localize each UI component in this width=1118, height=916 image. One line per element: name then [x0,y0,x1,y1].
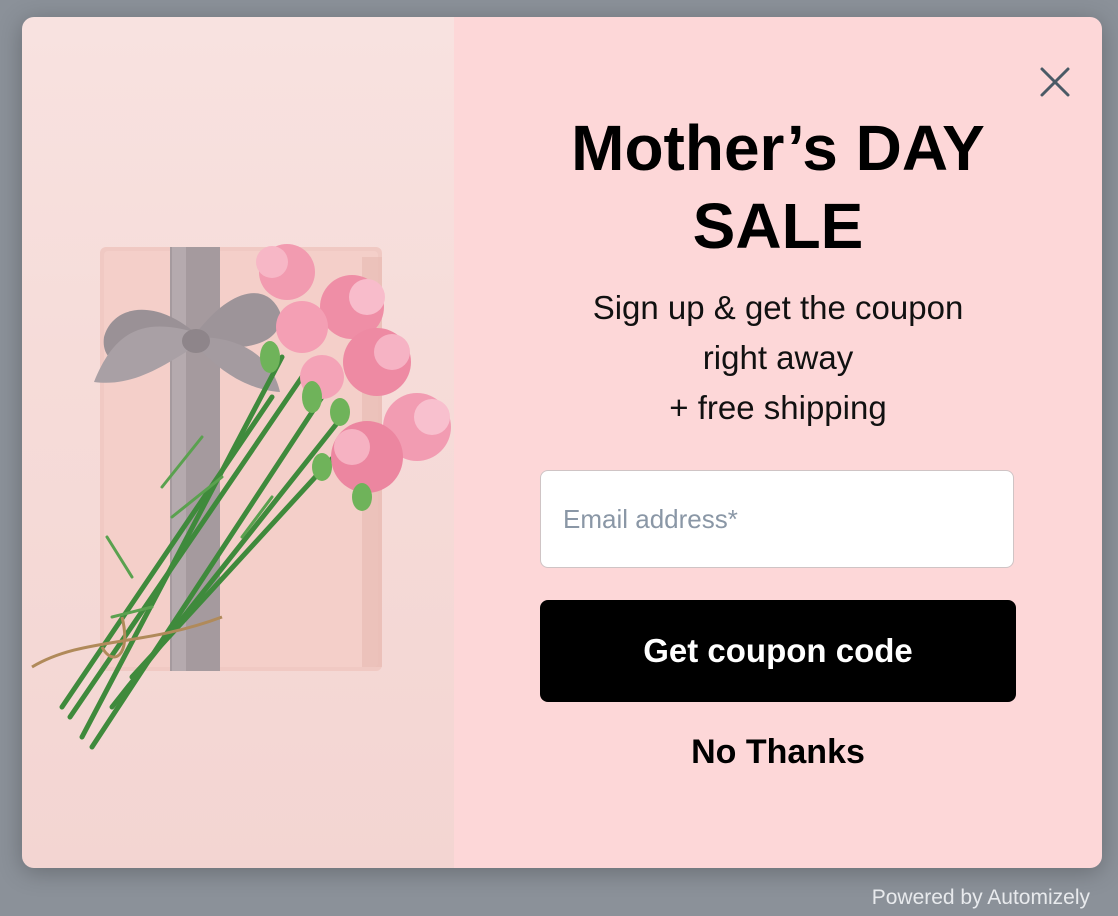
headline-line-2: SALE [692,190,864,262]
offer-line-3: + free shipping [669,389,887,426]
promo-image [22,17,454,868]
headline: Mother’s DAY SALE [454,109,1102,265]
signup-panel: Mother’s DAY SALE Sign up & get the coup… [454,17,1102,868]
headline-line-1: Mother’s DAY [571,112,985,184]
close-button[interactable] [1038,65,1072,99]
email-field[interactable] [540,470,1014,568]
powered-by-text: Powered by Automizely [871,886,1090,909]
no-thanks-link[interactable]: No Thanks [454,733,1102,772]
get-coupon-button[interactable]: Get coupon code [540,600,1016,702]
offer-line-1: Sign up & get the coupon [592,289,964,326]
offer-line-2: right away [702,339,854,376]
coupon-popup: Mother’s DAY SALE Sign up & get the coup… [22,17,1102,868]
offer-description: Sign up & get the coupon right away + fr… [454,283,1102,433]
gift-flowers-illustration [31,244,451,750]
close-icon [1040,67,1070,97]
